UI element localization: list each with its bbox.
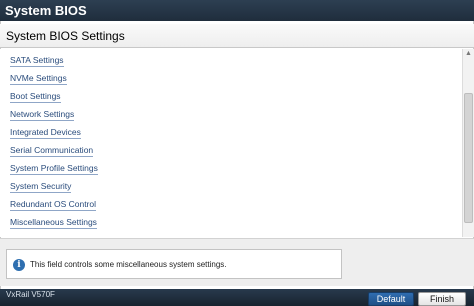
menu-item-system-profile-settings[interactable]: System Profile Settings <box>10 163 98 175</box>
finish-button[interactable]: Finish <box>418 292 466 306</box>
help-box: i This field controls some miscellaneous… <box>6 249 342 279</box>
settings-menu: SATA Settings NVMe Settings Boot Setting… <box>0 49 460 237</box>
menu-item-miscellaneous-settings[interactable]: Miscellaneous Settings <box>10 217 97 229</box>
scroll-up-arrow-icon[interactable]: ▲ <box>464 50 473 58</box>
footer-bar: VxRail V570F Default Finish <box>0 289 474 306</box>
menu-item-nvme-settings[interactable]: NVMe Settings <box>10 73 67 85</box>
menu-item-sata-settings[interactable]: SATA Settings <box>10 55 64 67</box>
menu-item-serial-communication[interactable]: Serial Communication <box>10 145 94 157</box>
vertical-scrollbar[interactable]: ▲ <box>462 49 474 237</box>
section-title: System BIOS Settings <box>0 24 474 48</box>
system-model: VxRail V570F <box>6 290 55 299</box>
help-text: This field controls some miscellaneous s… <box>30 260 227 269</box>
scrollbar-thumb[interactable] <box>464 93 473 223</box>
info-icon: i <box>13 259 25 271</box>
menu-item-redundant-os-control[interactable]: Redundant OS Control <box>10 199 96 211</box>
menu-item-system-security[interactable]: System Security <box>10 181 72 193</box>
menu-item-integrated-devices[interactable]: Integrated Devices <box>10 127 81 139</box>
menu-item-boot-settings[interactable]: Boot Settings <box>10 91 61 103</box>
help-area: i This field controls some miscellaneous… <box>0 238 474 286</box>
default-button[interactable]: Default <box>368 292 414 306</box>
window-title: System BIOS <box>0 0 474 21</box>
menu-item-network-settings[interactable]: Network Settings <box>10 109 75 121</box>
